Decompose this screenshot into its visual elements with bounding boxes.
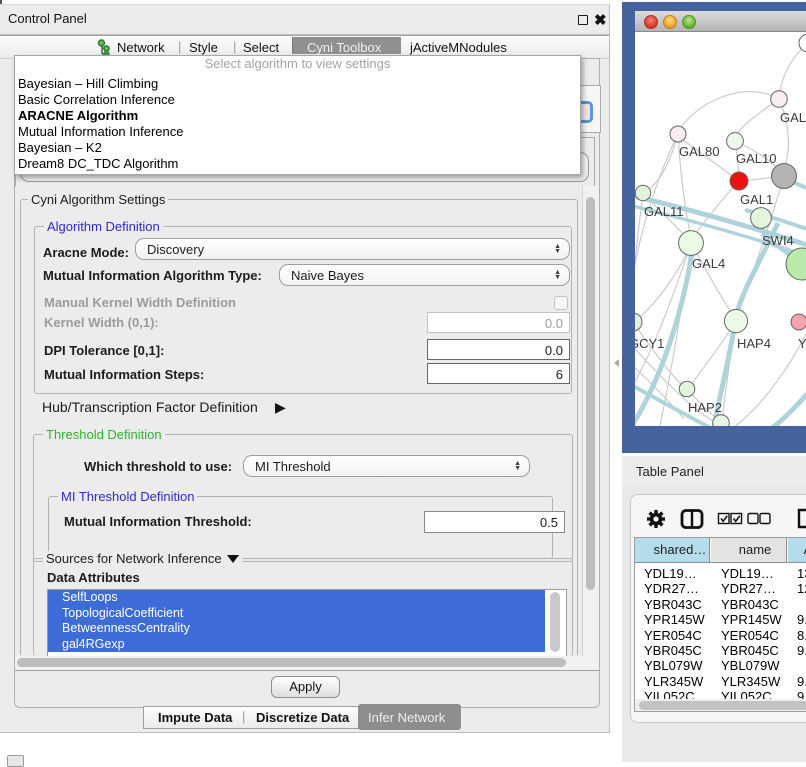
svg-text:GAL2: GAL2 (780, 110, 806, 125)
svg-text:GAL10: GAL10 (736, 151, 776, 166)
svg-text:HAP4: HAP4 (737, 336, 771, 351)
svg-text:GCY1: GCY1 (635, 336, 664, 351)
svg-text:YE: YE (798, 336, 806, 351)
svg-text:GAL1: GAL1 (740, 192, 773, 207)
svg-text:SWI4: SWI4 (762, 233, 794, 248)
svg-text:GAL80: GAL80 (679, 144, 719, 159)
svg-text:GAL11: GAL11 (644, 204, 684, 219)
svg-text:HAP2: HAP2 (688, 400, 722, 415)
svg-text:GAL4: GAL4 (692, 256, 725, 271)
